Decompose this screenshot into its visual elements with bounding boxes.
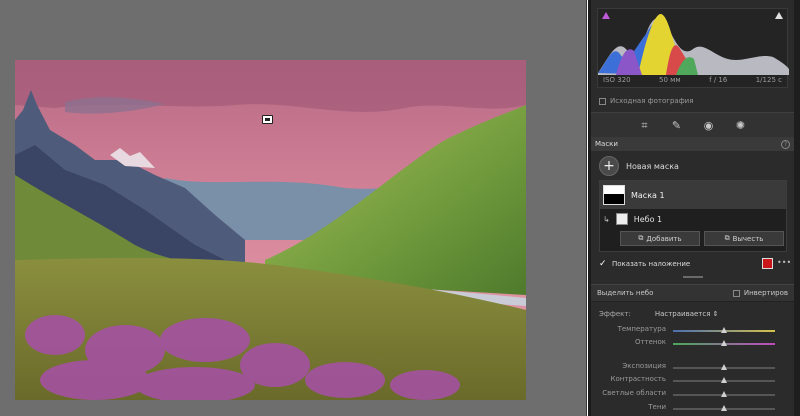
select-sky-header: Выделить небо Инвертиров <box>591 284 794 302</box>
slider-knob[interactable] <box>721 340 727 346</box>
slider-label: Контрастность <box>610 375 666 383</box>
slider-label: Оттенок <box>634 338 666 346</box>
panel-scrollbar[interactable] <box>794 0 800 416</box>
tool-strip: ⌗ ✎ ◉ ✺ <box>591 112 794 138</box>
add-label: Добавить <box>646 234 682 243</box>
mask-list: Маска 1 ↳ Небо 1 ⧉ Добавить ⧉ Вычесть <box>599 180 787 252</box>
aperture: f / 16 <box>709 76 728 84</box>
show-overlay-row[interactable]: ✓ Показать наложение ••• <box>599 258 791 270</box>
iso-value: ISO 320 <box>603 76 631 84</box>
overlay-color-swatch[interactable] <box>762 258 773 269</box>
invert-label: Инвертиров <box>743 289 788 297</box>
slider-label: Экспозиция <box>622 362 666 370</box>
mask-component-sky[interactable]: ↳ Небо 1 <box>600 211 786 227</box>
mask-name: Маска 1 <box>631 190 665 200</box>
effect-label: Эффект: <box>599 310 631 318</box>
exif-info: ISO 320 50 мм f / 16 1/125 с <box>597 76 788 88</box>
slider-label: Светлые области <box>602 389 666 397</box>
slider-shadows[interactable]: Тени <box>591 403 794 413</box>
overlay-checkbox[interactable]: ✓ <box>599 260 607 269</box>
slider-track[interactable] <box>673 405 775 411</box>
new-mask-button[interactable]: + Новая маска <box>599 156 679 176</box>
crop-icon[interactable]: ⌗ <box>638 119 652 133</box>
healing-icon[interactable]: ✎ <box>670 119 684 133</box>
slider-label: Температура <box>617 325 666 333</box>
invert-toggle[interactable]: Инвертиров <box>732 289 788 297</box>
add-icon: ⧉ <box>638 234 644 242</box>
add-button[interactable]: ⧉ Добавить <box>620 231 700 246</box>
red-eye-icon[interactable]: ◉ <box>702 119 716 133</box>
shadow-clipping-icon[interactable] <box>602 12 610 19</box>
histogram-graph <box>598 13 789 75</box>
slider-knob[interactable] <box>721 327 727 333</box>
image-canvas[interactable] <box>0 0 587 416</box>
invert-checkbox[interactable] <box>732 289 740 297</box>
focal-length: 50 мм <box>659 76 681 84</box>
original-photo-toggle[interactable]: Исходная фотография <box>599 96 693 106</box>
original-photo-checkbox[interactable] <box>599 97 606 105</box>
mask-pin-icon[interactable] <box>262 115 273 124</box>
show-overlay-label: Показать наложение <box>612 260 691 268</box>
subtract-label: Вычесть <box>732 234 764 243</box>
select-sky-title: Выделить небо <box>597 289 654 297</box>
slider-track[interactable] <box>673 377 775 383</box>
photo-preview[interactable] <box>15 60 526 400</box>
mask-item-1[interactable]: Маска 1 <box>600 181 786 209</box>
subtract-icon: ⧉ <box>724 234 730 242</box>
shutter-speed: 1/125 с <box>755 76 782 84</box>
mask-thumbnail <box>603 185 625 205</box>
section-divider <box>683 276 703 278</box>
masks-title: Маски <box>595 140 618 148</box>
slider-contrast[interactable]: Контрастность <box>591 375 794 385</box>
mask-actions: ⧉ Добавить ⧉ Вычесть <box>620 231 784 246</box>
slider-tint[interactable]: Оттенок <box>591 338 794 348</box>
component-name: Небо 1 <box>633 214 663 224</box>
landscape-photo <box>15 60 526 400</box>
slider-highlights[interactable]: Светлые области <box>591 389 794 399</box>
right-panel: ISO 320 50 мм f / 16 1/125 с Исходная фо… <box>588 0 800 416</box>
effect-row[interactable]: Эффект: Настраивается ⇕ <box>599 309 787 319</box>
subtract-button[interactable]: ⧉ Вычесть <box>704 231 784 246</box>
masking-icon[interactable]: ✺ <box>734 119 748 133</box>
masks-panel-header[interactable]: Маски ? <box>591 137 794 151</box>
plus-icon: + <box>599 156 619 176</box>
slider-knob[interactable] <box>721 405 727 411</box>
slider-label: Тени <box>648 403 666 411</box>
sub-item-arrow-icon: ↳ <box>603 214 610 224</box>
slider-exposure[interactable]: Экспозиция <box>591 362 794 372</box>
slider-track[interactable] <box>673 364 775 370</box>
slider-knob[interactable] <box>721 391 727 397</box>
slider-track[interactable] <box>673 340 775 346</box>
sky-component-icon <box>615 213 628 225</box>
more-options-icon[interactable]: ••• <box>777 258 791 267</box>
highlight-clipping-icon[interactable] <box>775 12 783 19</box>
effect-preset-select[interactable]: Настраивается ⇕ <box>655 310 719 318</box>
help-icon[interactable]: ? <box>781 139 790 149</box>
slider-track[interactable] <box>673 327 775 333</box>
slider-track[interactable] <box>673 391 775 397</box>
new-mask-label: Новая маска <box>626 161 679 171</box>
original-photo-label: Исходная фотография <box>610 97 694 105</box>
slider-knob[interactable] <box>721 377 727 383</box>
slider-knob[interactable] <box>721 364 727 370</box>
slider-temperature[interactable]: Температура <box>591 325 794 335</box>
effect-value: Настраивается <box>654 310 711 318</box>
